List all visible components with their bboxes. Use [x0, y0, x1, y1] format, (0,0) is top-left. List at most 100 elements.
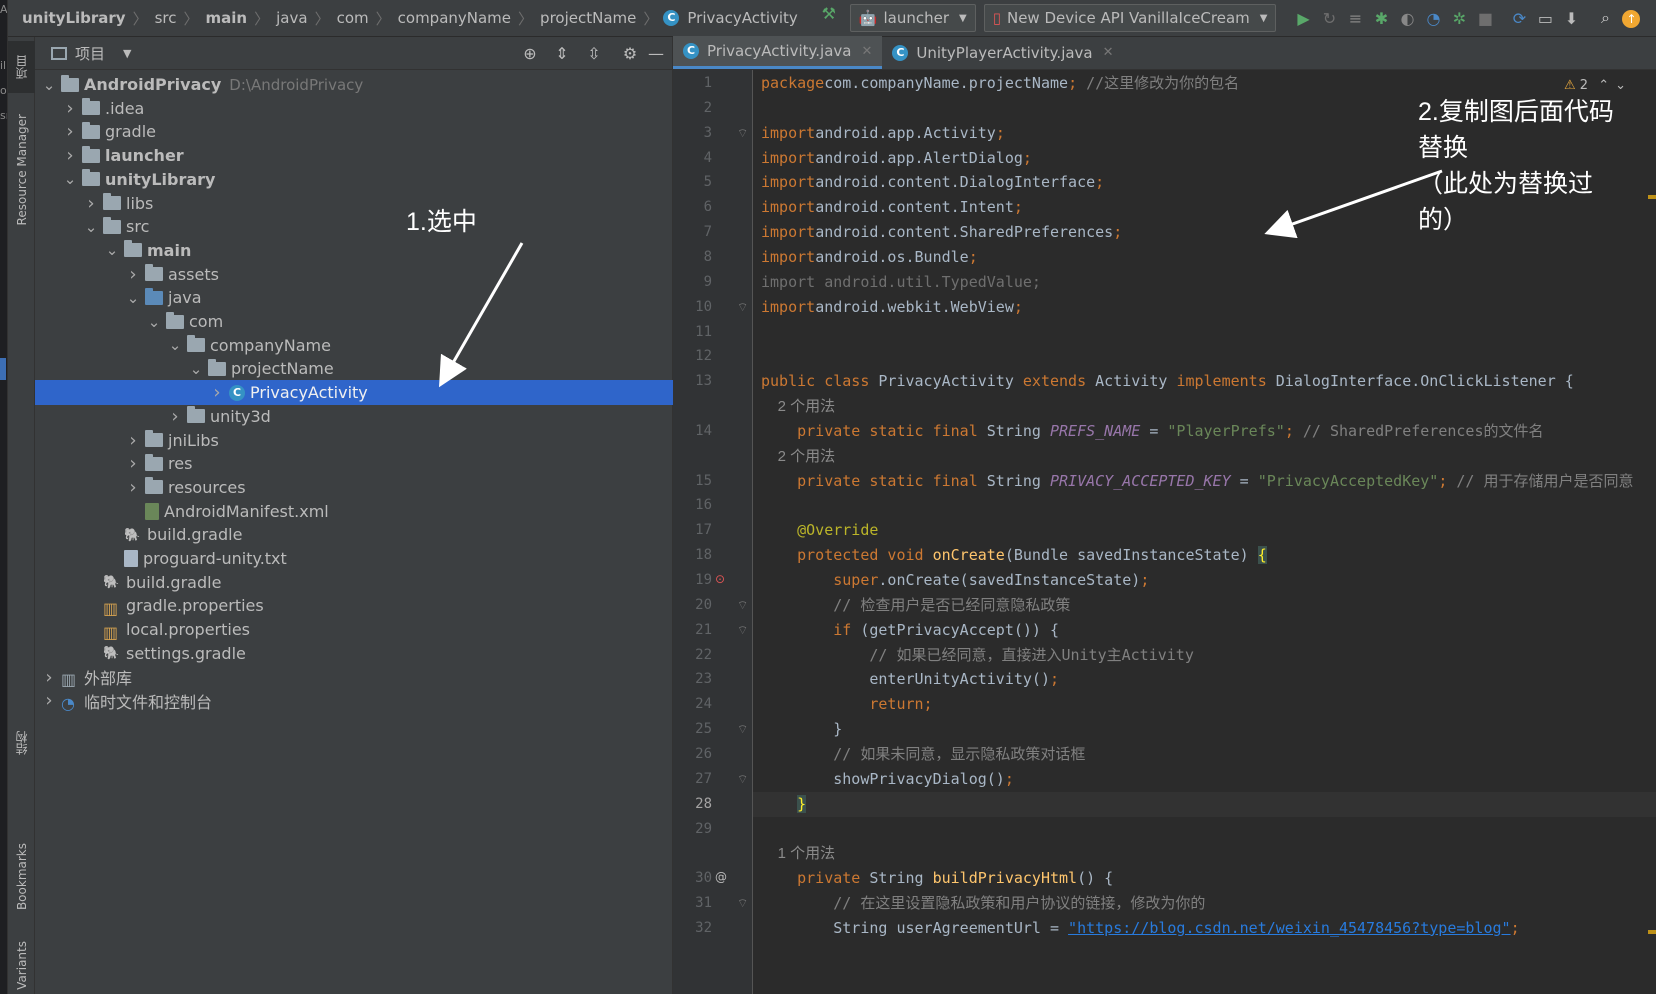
- breadcrumb-item[interactable]: PrivacyActivity: [685, 9, 799, 27]
- run-config-dropdown[interactable]: 🤖 launcher ▼: [849, 4, 976, 32]
- code-line[interactable]: private static final String PREFS_NAME =…: [753, 419, 1656, 444]
- tab-project[interactable]: 项目: [8, 41, 35, 93]
- chevron-icon[interactable]: ›: [41, 690, 57, 711]
- tree-item[interactable]: ⌄ src: [35, 214, 673, 239]
- implements-icon[interactable]: @: [715, 870, 727, 884]
- tree-item[interactable]: 🐘 settings.gradle: [35, 641, 673, 666]
- fold-icon[interactable]: ⌔: [737, 623, 748, 638]
- tab-bookmarks[interactable]: Bookmarks: [8, 827, 35, 927]
- code-line[interactable]: showPrivacyDialog();: [753, 767, 1656, 792]
- debug-icon[interactable]: ✱: [1368, 9, 1394, 28]
- override-icon[interactable]: ⊙: [715, 572, 725, 586]
- code-line[interactable]: [753, 493, 1656, 518]
- code-line[interactable]: String userAgreementUrl = "https://blog.…: [753, 916, 1656, 941]
- code-line[interactable]: enterUnityActivity();: [753, 667, 1656, 692]
- breadcrumb-item[interactable]: java: [274, 9, 309, 27]
- tree-item[interactable]: › ◔ 临时文件和控制台: [35, 688, 673, 713]
- chevron-icon[interactable]: ⌄: [146, 313, 162, 331]
- tree-item[interactable]: › launcher: [35, 143, 673, 168]
- update-icon[interactable]: ↑: [1618, 8, 1644, 28]
- tree-item[interactable]: › unity3d: [35, 404, 673, 429]
- chevron-icon[interactable]: ›: [62, 145, 78, 166]
- tree-item[interactable]: › jniLibs: [35, 428, 673, 453]
- breadcrumb-item[interactable]: src: [153, 9, 179, 27]
- tree-item[interactable]: ⌄ com: [35, 309, 673, 334]
- close-icon[interactable]: ✕: [861, 44, 872, 59]
- chevron-icon[interactable]: ›: [209, 382, 225, 403]
- code-line[interactable]: protected void onCreate(Bundle savedInst…: [753, 543, 1656, 568]
- code-line[interactable]: private String buildPrivacyHtml() {: [753, 866, 1656, 891]
- chevron-icon[interactable]: ⌄: [62, 170, 78, 188]
- tab-build-variants[interactable]: Variants: [8, 937, 35, 993]
- device-dropdown[interactable]: ▯ New Device API VanillaIceCream ▼: [983, 4, 1277, 32]
- tree-item[interactable]: › resources: [35, 475, 673, 500]
- tree-item[interactable]: ⌄ AndroidPrivacy D:\AndroidPrivacy: [35, 72, 673, 97]
- code-line[interactable]: packagecom.companyName.projectName; //这里…: [753, 71, 1656, 96]
- attach-debugger-icon[interactable]: ✲: [1446, 9, 1472, 28]
- tree-item[interactable]: 🐘 build.gradle: [35, 570, 673, 595]
- usage-hint[interactable]: 1 个用法: [753, 841, 1656, 866]
- code-line[interactable]: [753, 817, 1656, 842]
- tab-resource-manager[interactable]: Resource Manager: [8, 111, 35, 229]
- code-line[interactable]: [753, 320, 1656, 345]
- chevron-icon[interactable]: ›: [83, 193, 99, 214]
- sdk-manager-icon[interactable]: ⬇: [1558, 9, 1584, 28]
- tree-item[interactable]: › res: [35, 451, 673, 476]
- usage-hint[interactable]: 2 个用法: [753, 394, 1656, 419]
- fold-icon[interactable]: ⌔: [737, 598, 748, 613]
- code-line[interactable]: super.onCreate(savedInstanceState);: [753, 568, 1656, 593]
- code-line[interactable]: // 在这里设置隐私政策和用户协议的链接，修改为你的: [753, 891, 1656, 916]
- chevron-icon[interactable]: ›: [125, 264, 141, 285]
- collapse-all-icon[interactable]: ⇳: [581, 44, 607, 63]
- code-line[interactable]: import android.util.TypedValue;: [753, 270, 1656, 295]
- gear-icon[interactable]: ⚙: [617, 44, 643, 63]
- chevron-icon[interactable]: ›: [62, 98, 78, 119]
- tree-item[interactable]: ⌄ java: [35, 285, 673, 310]
- tree-item[interactable]: › libs: [35, 191, 673, 216]
- breadcrumb-item[interactable]: com: [335, 9, 371, 27]
- tree-item[interactable]: ▥ local.properties: [35, 617, 673, 642]
- breadcrumb-item[interactable]: projectName: [538, 9, 638, 27]
- code-line[interactable]: @Override: [753, 518, 1656, 543]
- tree-item[interactable]: ⌄ companyName: [35, 333, 673, 358]
- breadcrumb-item[interactable]: companyName: [396, 9, 513, 27]
- hide-panel-icon[interactable]: —: [643, 44, 669, 63]
- tab-unity-player-activity[interactable]: C UnityPlayerActivity.java ✕: [882, 36, 1123, 69]
- tree-item-selected[interactable]: › C PrivacyActivity: [35, 380, 673, 406]
- fold-icon[interactable]: ⌔: [737, 896, 748, 911]
- chevron-icon[interactable]: ›: [125, 477, 141, 498]
- tree-item[interactable]: › ▥ 外部库: [35, 665, 673, 690]
- profiler-icon[interactable]: ◔: [1420, 9, 1446, 28]
- view-mode-dropdown[interactable]: ▼: [123, 47, 131, 60]
- sync-gradle-icon[interactable]: ⟳: [1506, 9, 1532, 28]
- rerun-icon[interactable]: ↻: [1316, 9, 1342, 28]
- tree-item[interactable]: AndroidManifest.xml: [35, 499, 673, 524]
- chevron-icon[interactable]: ⌄: [125, 289, 141, 307]
- chevron-icon[interactable]: ⌄: [104, 241, 120, 259]
- tree-item[interactable]: ⌄ main: [35, 238, 673, 263]
- code-line[interactable]: }: [753, 717, 1656, 742]
- locate-icon[interactable]: ⊕: [517, 44, 543, 63]
- chevron-icon[interactable]: ›: [125, 430, 141, 451]
- coverage-icon[interactable]: ◐: [1394, 9, 1420, 28]
- fold-icon[interactable]: ⌔: [737, 126, 748, 141]
- tree-item[interactable]: 🐘 build.gradle: [35, 522, 673, 547]
- stop-icon[interactable]: ■: [1472, 9, 1498, 28]
- breadcrumb-item[interactable]: main: [204, 9, 250, 27]
- close-icon[interactable]: ✕: [1103, 45, 1114, 60]
- chevron-icon[interactable]: ›: [62, 121, 78, 142]
- expand-all-icon[interactable]: ⇕: [549, 44, 575, 63]
- tab-privacy-activity[interactable]: C PrivacyActivity.java ✕: [673, 36, 883, 69]
- device-manager-icon[interactable]: ▭: [1532, 9, 1558, 28]
- chevron-icon[interactable]: ⌄: [167, 336, 183, 354]
- chevron-icon[interactable]: ›: [41, 667, 57, 688]
- chevron-icon[interactable]: ⌄: [188, 360, 204, 378]
- code-line[interactable]: importandroid.webkit.WebView;: [753, 295, 1656, 320]
- code-line[interactable]: return;: [753, 692, 1656, 717]
- code-line[interactable]: }: [753, 791, 1656, 817]
- chevron-icon[interactable]: ⌄: [83, 218, 99, 236]
- run-icon[interactable]: ▶: [1290, 9, 1316, 28]
- chevron-icon[interactable]: ⌄: [41, 76, 57, 94]
- tree-item[interactable]: ▥ gradle.properties: [35, 593, 673, 618]
- breadcrumb-item[interactable]: unityLibrary: [20, 9, 128, 27]
